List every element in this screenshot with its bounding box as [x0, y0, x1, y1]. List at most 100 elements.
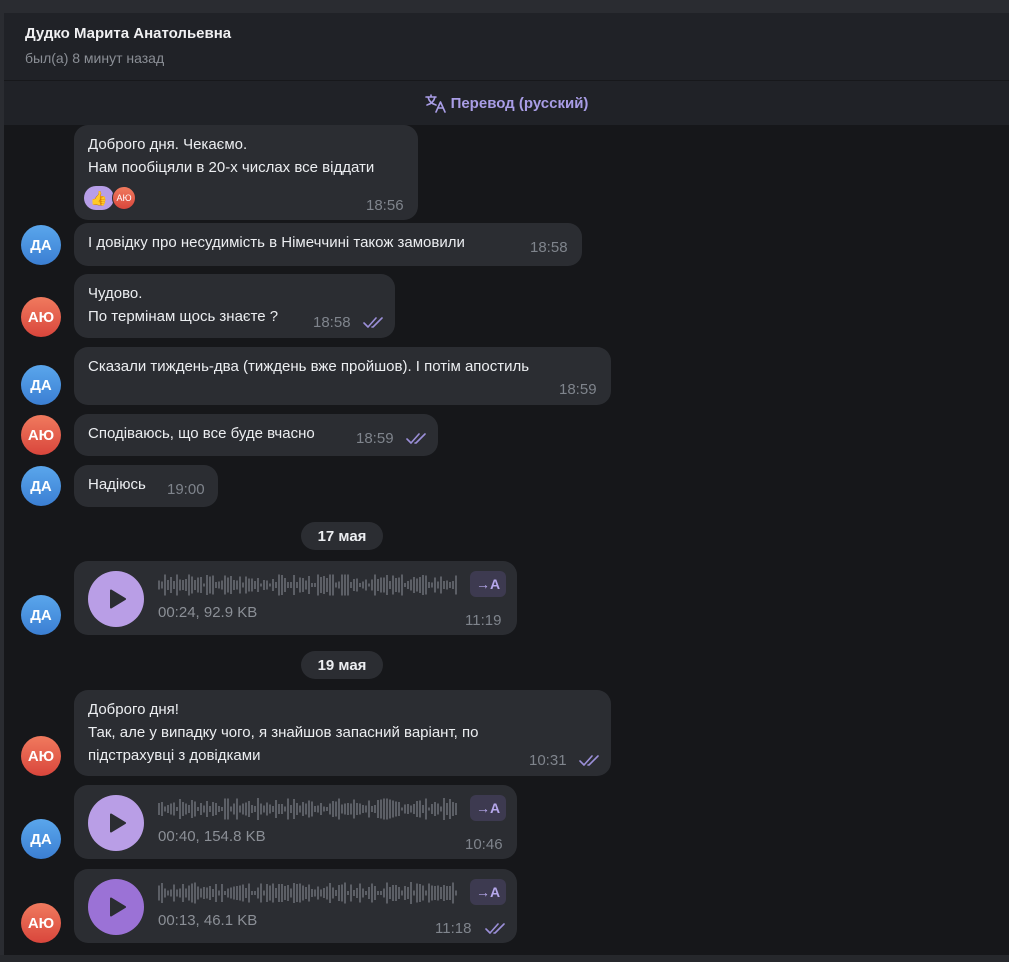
- avatar[interactable]: ДА: [21, 365, 61, 405]
- waveform[interactable]: [158, 796, 458, 822]
- waveform-bar: [248, 801, 250, 817]
- reactions[interactable]: 👍 АЮ: [84, 186, 136, 210]
- avatar[interactable]: ДА: [21, 819, 61, 859]
- message-bubble[interactable]: Надіюсь 19:00: [74, 465, 218, 507]
- waveform-bar: [275, 582, 277, 588]
- waveform-bar: [443, 798, 445, 820]
- message-text: Доброго дня. Чекаємо.: [88, 136, 248, 153]
- waveform-bar: [281, 884, 283, 902]
- message-bubble[interactable]: Сподіваюсь, що все буде вчасно 18:59: [74, 414, 438, 456]
- play-button[interactable]: [88, 571, 144, 627]
- waveform-bar: [251, 805, 253, 813]
- waveform-bar: [158, 885, 160, 901]
- waveform-bar: [308, 576, 310, 594]
- message-bubble[interactable]: Доброго дня. Чекаємо. Нам пообіцяли в 20…: [74, 125, 418, 220]
- waveform-bar: [299, 805, 301, 813]
- waveform-bar: [245, 888, 247, 898]
- avatar[interactable]: ДА: [21, 225, 61, 265]
- waveform-bar: [422, 575, 424, 595]
- waveform-bar: [161, 802, 163, 816]
- thumbs-up-reaction[interactable]: 👍: [84, 186, 114, 210]
- waveform-bar: [440, 806, 442, 812]
- waveform-bar: [236, 798, 238, 820]
- avatar[interactable]: ДА: [21, 466, 61, 506]
- waveform-bar: [251, 891, 253, 895]
- message-bubble[interactable]: І довідку про несудимість в Німеччині та…: [74, 223, 582, 266]
- avatar[interactable]: ДА: [21, 595, 61, 635]
- message-bubble[interactable]: Чудово. По термінам щось знаєте ? 18:58: [74, 274, 395, 338]
- waveform-bar: [266, 802, 268, 816]
- waveform-bar: [317, 805, 319, 813]
- waveform-bar: [455, 890, 457, 896]
- voice-message[interactable]: 00:13, 46.1 KB →A 11:18: [74, 869, 517, 943]
- waveform-bar: [344, 803, 346, 815]
- waveform-bar: [374, 805, 376, 813]
- message-list[interactable]: Доброго дня. Чекаємо. Нам пообіцяли в 20…: [4, 125, 1009, 955]
- message-text: Доброго дня!: [88, 701, 179, 718]
- waveform-bar: [185, 579, 187, 591]
- waveform-bar: [374, 574, 376, 596]
- waveform-bar: [380, 799, 382, 819]
- waveform-bar: [242, 884, 244, 902]
- waveform-bar: [344, 574, 346, 596]
- message-text: Сподіваюсь, що все буде вчасно: [88, 425, 315, 442]
- waveform-bar: [431, 804, 433, 814]
- waveform-bar: [428, 807, 430, 811]
- waveform-bar: [449, 799, 451, 819]
- waveform-bar: [257, 798, 259, 820]
- avatar[interactable]: АЮ: [21, 736, 61, 776]
- voice-translate-button[interactable]: →A: [470, 571, 506, 597]
- waveform-bar: [287, 798, 289, 820]
- voice-message[interactable]: 00:40, 154.8 KB →A 10:46: [74, 785, 517, 859]
- waveform-bar: [290, 888, 292, 898]
- translate-arrow-icon: →A: [475, 576, 501, 592]
- waveform-bar: [383, 798, 385, 820]
- waveform-bar: [200, 888, 202, 898]
- waveform-bar: [215, 884, 217, 902]
- waveform-bar: [299, 883, 301, 903]
- waveform-bar: [347, 891, 349, 895]
- waveform-bar: [443, 885, 445, 901]
- voice-translate-button[interactable]: →A: [470, 795, 506, 821]
- waveform-bar: [431, 582, 433, 588]
- waveform-bar: [299, 577, 301, 593]
- waveform-bar: [416, 883, 418, 903]
- waveform-bar: [377, 800, 379, 818]
- waveform-bar: [164, 574, 166, 596]
- waveform-bar: [317, 886, 319, 900]
- chat-header[interactable]: Дудко Марита Анатольевна был(а) 8 минут …: [4, 13, 1009, 81]
- waveform-bar: [332, 801, 334, 817]
- waveform-bar: [434, 886, 436, 900]
- waveform-bar: [338, 798, 340, 820]
- waveform-bar: [452, 802, 454, 816]
- waveform-bar: [230, 887, 232, 899]
- waveform-bar: [308, 800, 310, 818]
- avatar[interactable]: АЮ: [21, 903, 61, 943]
- waveform[interactable]: [158, 880, 458, 906]
- waveform[interactable]: [158, 572, 458, 598]
- play-button[interactable]: [88, 879, 144, 935]
- play-button[interactable]: [88, 795, 144, 851]
- translate-bar[interactable]: Перевод (русский): [4, 81, 1009, 125]
- waveform-bar: [296, 582, 298, 588]
- waveform-bar: [359, 883, 361, 903]
- waveform-bar: [281, 804, 283, 814]
- message-bubble[interactable]: Доброго дня! Так, але у випадку чого, я …: [74, 690, 611, 776]
- waveform-bar: [386, 575, 388, 595]
- contact-name[interactable]: Дудко Марита Анатольевна: [25, 25, 231, 42]
- avatar[interactable]: АЮ: [21, 415, 61, 455]
- waveform-bar: [440, 576, 442, 594]
- waveform-bar: [248, 883, 250, 903]
- avatar[interactable]: АЮ: [21, 297, 61, 337]
- waveform-bar: [167, 580, 169, 590]
- message-time: 18:58: [313, 314, 351, 331]
- waveform-bar: [452, 882, 454, 904]
- waveform-bar: [260, 803, 262, 815]
- voice-translate-button[interactable]: →A: [470, 879, 506, 905]
- message-bubble[interactable]: Сказали тиждень-два (тиждень вже пройшов…: [74, 347, 611, 405]
- voice-message[interactable]: 00:24, 92.9 KB →A 11:19: [74, 561, 517, 635]
- waveform-bar: [194, 801, 196, 817]
- waveform-bar: [251, 578, 253, 592]
- waveform-bar: [440, 887, 442, 899]
- waveform-bar: [416, 801, 418, 817]
